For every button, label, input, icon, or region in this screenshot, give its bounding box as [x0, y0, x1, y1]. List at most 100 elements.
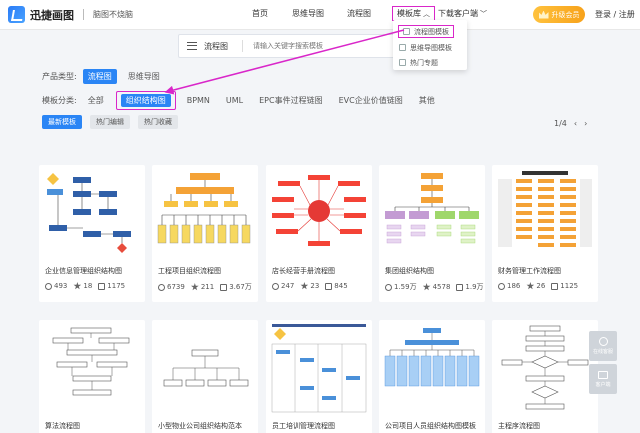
product-type-filter: 产品类型: 流程图 思维导图: [42, 69, 171, 84]
template-card[interactable]: 店长经营手册流程图 247 23 845: [266, 165, 372, 302]
category-filter: 模板分类: 全部 组织结构图 BPMN UML EPC事件过程链图 EVC企业价…: [42, 91, 446, 110]
search-type-select[interactable]: 流程图: [204, 41, 228, 52]
template-thumbnail: [496, 324, 594, 416]
eye-icon: [158, 283, 165, 291]
login-register-link[interactable]: 登录 / 注册: [595, 9, 635, 20]
template-card[interactable]: 工程项目组织流程图 6739 211 3.67万: [152, 165, 258, 302]
star-count: 4578: [432, 283, 451, 291]
logo[interactable]: 迅捷画图 脑图不烧脑: [8, 6, 133, 23]
category-all[interactable]: 全部: [83, 93, 109, 108]
chevron-down-icon: ﹀: [480, 10, 487, 18]
template-thumbnail: [156, 169, 254, 261]
copy-icon: [551, 282, 559, 290]
view-count: 1.59万: [394, 283, 417, 291]
template-thumbnail: [156, 324, 254, 416]
template-title: 员工培训管理流程图: [272, 422, 335, 430]
product-flowchart[interactable]: 流程图: [82, 69, 117, 84]
logo-text: 迅捷画图: [30, 8, 74, 22]
view-count: 247: [281, 282, 295, 290]
template-card[interactable]: 小型物业公司组织结构范本: [152, 320, 258, 433]
template-card[interactable]: 集团组织结构图 1.59万 4578 1.9万: [379, 165, 485, 302]
next-page-button[interactable]: ›: [584, 119, 587, 128]
online-service-button[interactable]: 在线客服: [589, 331, 617, 361]
category-epc[interactable]: EPC事件过程链图: [254, 93, 327, 108]
view-count: 186: [507, 282, 521, 290]
star-count: 26: [536, 282, 546, 290]
copy-icon: [325, 282, 333, 290]
template-stats: 186 26 1125: [498, 282, 578, 290]
category-bpmn[interactable]: BPMN: [182, 94, 215, 107]
star-icon: [422, 283, 431, 291]
category-uml[interactable]: UML: [221, 94, 248, 107]
menu-item-label: 热门专题: [410, 58, 438, 67]
headset-icon: [598, 337, 608, 346]
crown-icon: [538, 10, 549, 19]
slogan: 脑图不烧脑: [93, 10, 133, 19]
template-thumbnail: [270, 324, 368, 416]
client-download-button[interactable]: 客户端: [589, 364, 617, 394]
nav-template-library[interactable]: 模板库 ︿: [392, 6, 435, 21]
category-org-chart-label: 组织结构图: [120, 94, 171, 107]
template-title: 财务管理工作流程图: [498, 267, 561, 275]
logo-divider: [83, 9, 84, 20]
template-title: 公司项目人员组织结构图模板: [385, 422, 476, 430]
template-title: 店长经营手册流程图: [272, 267, 335, 275]
view-count: 493: [54, 282, 68, 290]
upgrade-vip-button[interactable]: 升级会员: [533, 6, 585, 23]
template-title: 企业信息管理组织结构图: [45, 267, 122, 275]
template-thumbnail: [383, 169, 481, 261]
copy-count: 3.67万: [229, 283, 252, 291]
template-stats: 6739 211 3.67万: [158, 282, 252, 292]
prev-page-button[interactable]: ‹: [574, 119, 577, 128]
nav-download-label: 下载客户端: [438, 9, 478, 18]
view-count: 6739: [167, 283, 185, 291]
product-type-label: 产品类型:: [42, 72, 77, 81]
category-other[interactable]: 其他: [414, 93, 440, 108]
category-label: 模板分类:: [42, 96, 77, 105]
star-count: 211: [200, 283, 215, 291]
sort-options: 最新模板 热门编辑 热门收藏: [42, 115, 186, 129]
template-thumbnail: [496, 169, 594, 261]
page-indicator: 1/4: [554, 119, 567, 128]
product-mindmap[interactable]: 思维导图: [123, 69, 165, 84]
sort-hot-edit[interactable]: 热门编辑: [90, 115, 130, 129]
sort-hot-favorite[interactable]: 热门收藏: [138, 115, 178, 129]
menu-item-label: 流程图模板: [414, 27, 449, 36]
eye-icon: [498, 282, 505, 290]
menu-item-mindmap-templates[interactable]: 思维导图模板: [399, 41, 452, 54]
template-card[interactable]: 员工培训管理流程图: [266, 320, 372, 433]
nav-flowchart[interactable]: 流程图: [347, 8, 371, 19]
category-evc[interactable]: EVC企业价值链图: [334, 93, 408, 108]
template-dropdown-menu: 流程图模板 思维导图模板 热门专题: [393, 20, 467, 70]
template-title: 小型物业公司组织结构范本: [158, 422, 242, 430]
template-thumbnail: [270, 169, 368, 261]
mindmap-icon: [399, 44, 406, 51]
menu-item-label: 思维导图模板: [410, 43, 452, 52]
menu-item-hot-topics[interactable]: 热门专题: [399, 56, 438, 69]
template-card[interactable]: 企业信息管理组织结构图 493 18 1175: [39, 165, 145, 302]
template-title: 算法流程图: [45, 422, 80, 430]
template-stats: 247 23 845: [272, 282, 348, 290]
star-icon: [73, 282, 82, 290]
nav-mindmap[interactable]: 思维导图: [292, 8, 324, 19]
template-thumbnail: [43, 324, 141, 416]
template-card[interactable]: 公司项目人员组织结构图模板: [379, 320, 485, 433]
template-card[interactable]: 财务管理工作流程图 186 26 1125: [492, 165, 598, 302]
monitor-icon: [598, 370, 608, 379]
template-card[interactable]: 主程序流程图: [492, 320, 598, 433]
eye-icon: [272, 282, 279, 290]
template-card[interactable]: 算法流程图: [39, 320, 145, 433]
menu-item-flowchart-templates[interactable]: 流程图模板: [398, 25, 454, 38]
nav-download-client[interactable]: 下载客户端 ﹀: [438, 8, 487, 19]
category-org-chart[interactable]: 组织结构图: [115, 91, 176, 110]
nav-home[interactable]: 首页: [252, 8, 268, 19]
search-divider: [242, 40, 243, 52]
vip-label: 升级会员: [551, 10, 580, 19]
pagination: 1/4 ‹ ›: [554, 119, 587, 128]
sort-newest[interactable]: 最新模板: [42, 115, 82, 129]
template-title: 工程项目组织流程图: [158, 267, 221, 275]
menu-icon: [187, 42, 197, 50]
copy-icon: [98, 282, 106, 290]
online-service-label: 在线客服: [592, 349, 613, 355]
copy-count: 1.9万: [465, 283, 484, 291]
